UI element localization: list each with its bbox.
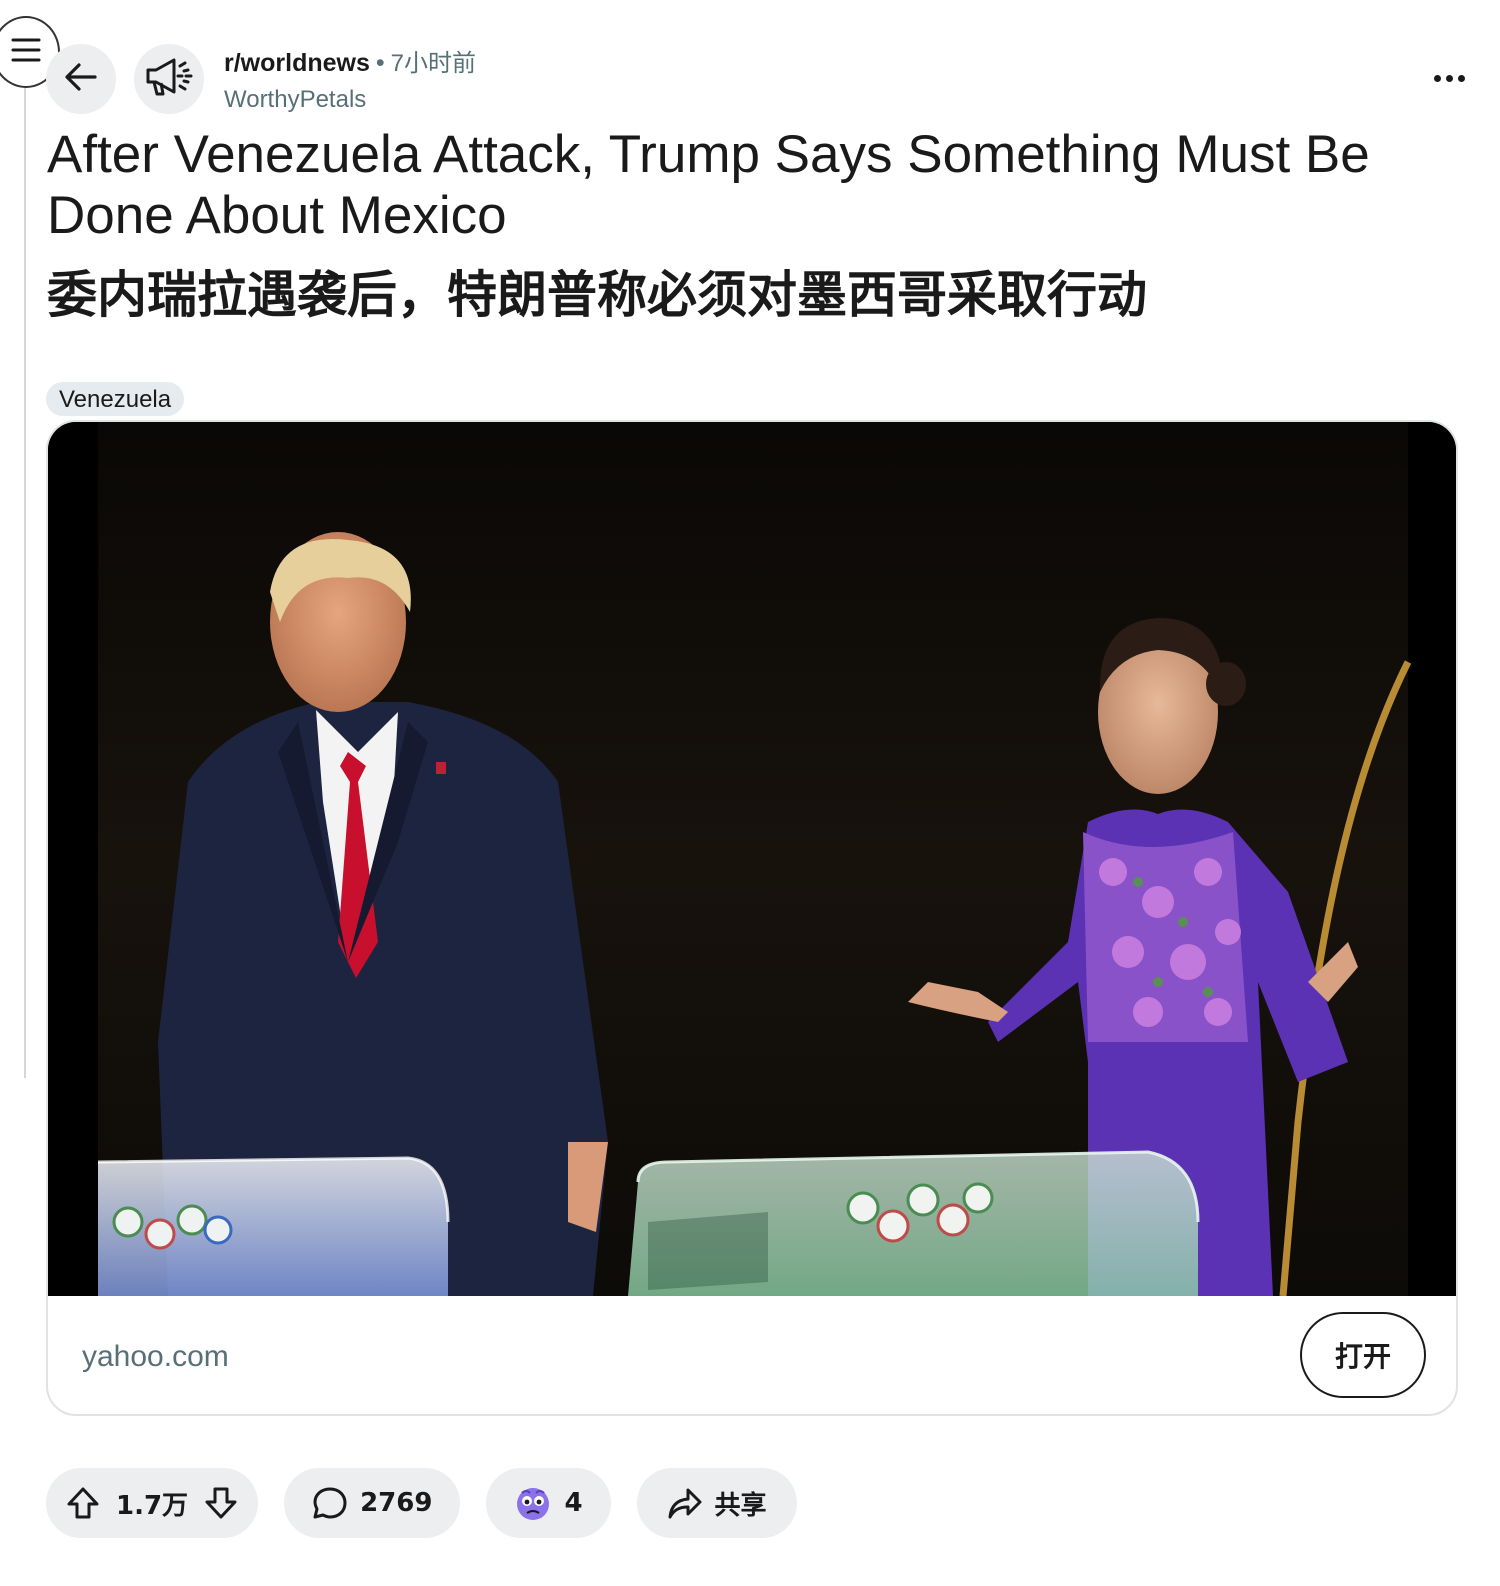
share-button[interactable]: 共享 [636,1468,797,1538]
share-label: 共享 [714,1490,767,1521]
open-link-button[interactable]: 打开 [1300,1312,1426,1398]
author-link[interactable]: WorthyPetals [224,83,476,117]
link-preview-image[interactable] [48,422,1456,1296]
hamburger-icon [11,37,41,68]
award-face-icon [514,1484,552,1522]
post-title: After Venezuela Attack, Trump Says Somet… [47,125,1370,245]
back-button[interactable] [46,44,116,114]
more-horizontal-icon [1433,74,1441,82]
meta-separator: • [375,49,385,77]
share-arrow-icon [667,1486,703,1520]
subreddit-link[interactable]: r/worldnews [224,49,370,77]
comment-count: 2769 [360,1488,433,1518]
vote-pill: 1.7万 [46,1468,259,1538]
vote-count: 1.7万 [116,1490,189,1521]
post-meta: r/worldnews • 7小时前 WorthyPetals [224,46,476,117]
upvote-arrow-icon[interactable] [66,1486,100,1520]
link-card-footer: yahoo.com 打开 [48,1296,1456,1414]
left-rail-divider [24,88,26,1078]
link-preview-card[interactable]: yahoo.com 打开 [46,420,1458,1416]
post-time: 7小时前 [390,50,476,77]
award-button[interactable]: 4 [486,1468,611,1538]
megaphone-icon [144,56,194,103]
comments-button[interactable]: 2769 [284,1468,461,1538]
post-title-translation: 委内瑞拉遇袭后，特朗普称必须对墨西哥采取行动 [47,266,1147,324]
post-flair[interactable]: Venezuela [46,382,185,416]
post-action-bar: 1.7万 2769 4 共享 [46,1468,797,1538]
link-domain[interactable]: yahoo.com [82,1340,229,1374]
comment-bubble-icon [312,1486,348,1520]
back-arrow-icon [64,62,98,97]
subreddit-avatar[interactable] [134,44,204,114]
more-options-button[interactable] [1424,60,1474,96]
downvote-arrow-icon[interactable] [204,1486,238,1520]
award-count: 4 [564,1488,583,1518]
